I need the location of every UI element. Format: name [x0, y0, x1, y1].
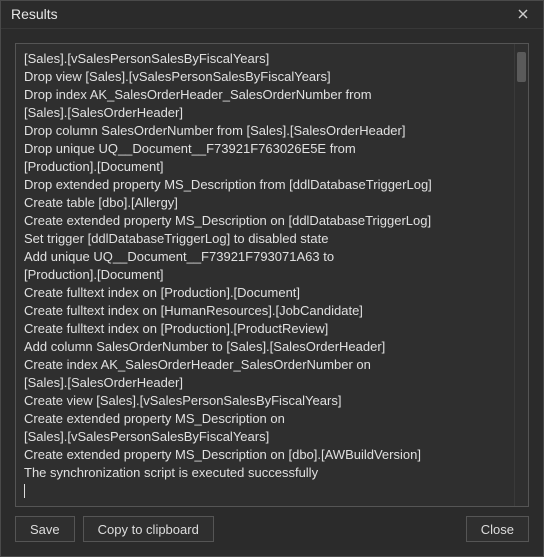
vertical-scrollbar[interactable]: [514, 44, 528, 506]
close-icon[interactable]: [511, 2, 535, 26]
copy-to-clipboard-button[interactable]: Copy to clipboard: [83, 516, 214, 542]
save-button[interactable]: Save: [15, 516, 75, 542]
text-caret: [24, 484, 25, 498]
close-button[interactable]: Close: [466, 516, 529, 542]
scrollbar-thumb[interactable]: [517, 52, 526, 82]
log-panel: [Sales].[vSalesPersonSalesByFiscalYears]…: [15, 43, 529, 507]
results-dialog: Results [Sales].[vSalesPersonSalesByFisc…: [0, 0, 544, 557]
dialog-body: [Sales].[vSalesPersonSalesByFiscalYears]…: [1, 29, 543, 513]
log-text[interactable]: [Sales].[vSalesPersonSalesByFiscalYears]…: [16, 44, 514, 506]
titlebar: Results: [1, 1, 543, 29]
window-title: Results: [11, 6, 511, 22]
dialog-footer: Save Copy to clipboard Close: [1, 513, 543, 556]
